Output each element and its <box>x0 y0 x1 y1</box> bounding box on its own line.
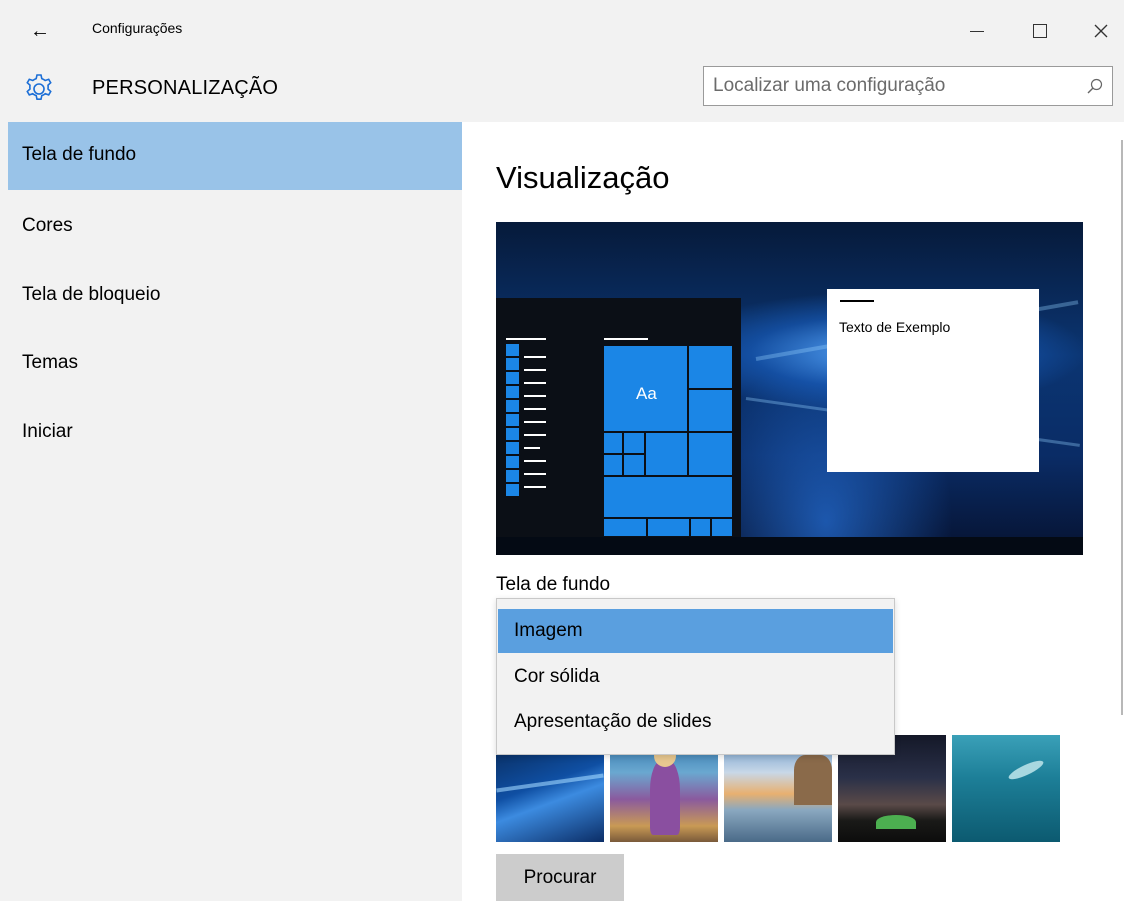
search-icon <box>1087 78 1103 94</box>
sidebar-item-temas[interactable]: Temas <box>8 329 462 397</box>
preview-start-menu <box>496 298 741 537</box>
close-button[interactable] <box>1078 12 1124 50</box>
sample-window-title-bar <box>840 300 874 302</box>
back-button[interactable]: ← <box>20 14 60 48</box>
search-input[interactable] <box>713 67 1073 105</box>
sample-window-text: Texto de Exemplo <box>839 319 951 335</box>
start-menu-app-icons <box>506 344 519 498</box>
dropdown-option-cor-solida[interactable]: Cor sólida <box>498 655 893 699</box>
sidebar-item-tela-de-bloqueio[interactable]: Tela de bloqueio <box>8 261 462 329</box>
sidebar-item-tela-de-fundo[interactable]: Tela de fundo <box>8 122 462 190</box>
preview-heading: Visualização <box>496 160 670 195</box>
section-title: PERSONALIZAÇÃO <box>92 77 279 99</box>
window-title: Configurações <box>92 20 183 36</box>
sidebar-item-iniciar[interactable]: Iniciar <box>8 398 462 466</box>
close-icon <box>1094 24 1108 38</box>
background-label: Tela de fundo <box>496 574 611 595</box>
title-bar: ← Configurações <box>0 0 1124 62</box>
arrow-left-icon: ← <box>30 19 50 42</box>
tile-sample-text: Aa <box>636 384 657 403</box>
scrollbar[interactable] <box>1121 140 1123 715</box>
recent-picture-thumbnail[interactable] <box>952 735 1060 842</box>
background-dropdown[interactable]: Imagem Cor sólida Apresentação de slides <box>496 598 895 755</box>
desktop-preview: Aa Texto de Exemplo <box>496 222 1083 555</box>
sidebar-item-cores[interactable]: Cores <box>8 192 462 260</box>
dropdown-option-apresentacao-de-slides[interactable]: Apresentação de slides <box>498 700 893 744</box>
gear-icon <box>26 74 52 100</box>
preview-sample-window: Texto de Exemplo <box>827 289 1039 472</box>
search-box[interactable] <box>703 66 1113 106</box>
maximize-icon <box>1033 24 1047 38</box>
minimize-button[interactable] <box>954 12 1000 50</box>
preview-taskbar <box>496 537 1083 555</box>
maximize-button[interactable] <box>1017 12 1063 50</box>
browse-button[interactable]: Procurar <box>496 854 624 901</box>
dropdown-option-imagem[interactable]: Imagem <box>498 609 893 653</box>
sidebar: Tela de fundo Cores Tela de bloqueio Tem… <box>0 122 462 901</box>
minimize-icon <box>970 30 984 32</box>
